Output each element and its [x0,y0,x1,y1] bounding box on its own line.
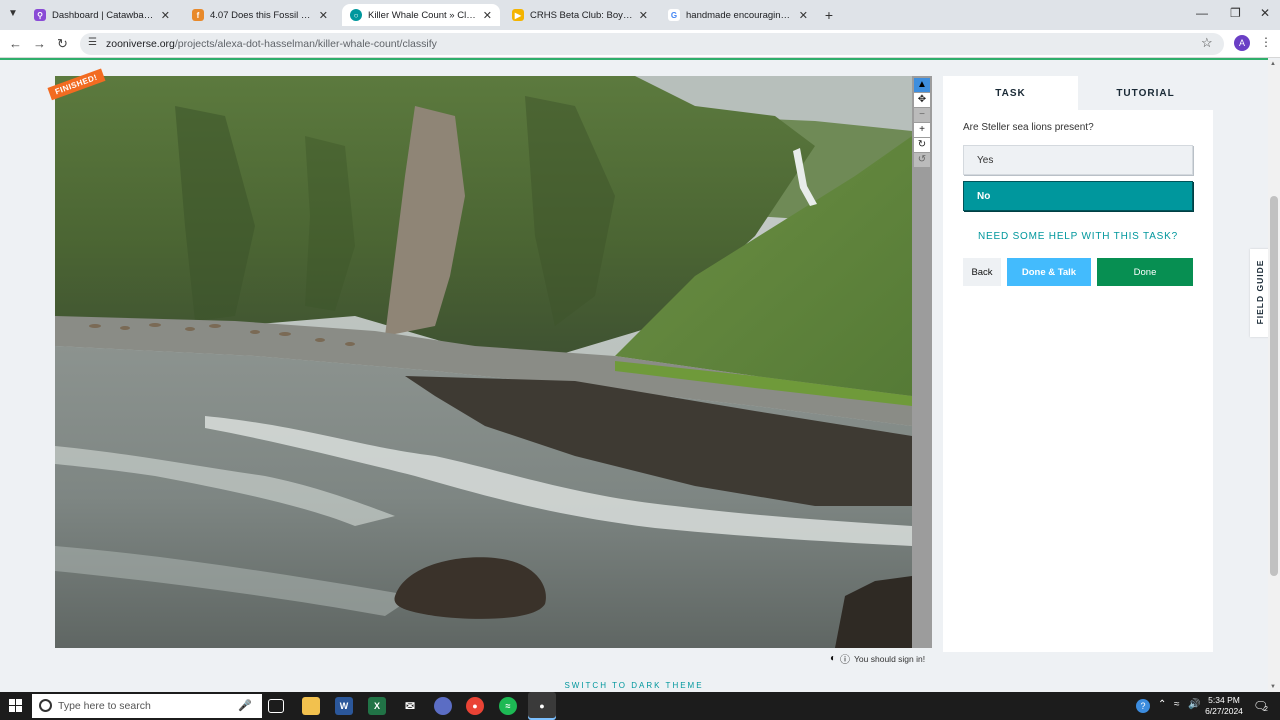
scroll-down-icon[interactable]: ▼ [1270,684,1276,690]
restore-window-icon[interactable]: ❐ [1230,6,1241,20]
browser-tab[interactable]: ▶ CRHS Beta Club: Boys & Girls S ✕ [504,4,656,26]
switch-dark-theme-link[interactable]: SWITCH TO DARK THEME [0,681,1268,690]
browser-tab[interactable]: G handmade encouraging notes ✕ [660,4,816,26]
browser-tab[interactable]: ⚲ Dashboard | Catawba Ridge Hig ✕ [26,4,178,26]
answer-no-button[interactable]: No [963,181,1193,211]
taskbar-search-input[interactable]: Type here to search 🎤 [32,694,262,718]
slides-icon: ▶ [512,9,524,21]
address-bar[interactable]: ☰ zooniverse.org/projects/alexa-dot-hass… [80,33,1224,55]
task-question: Are Steller sea lions present? [963,122,1094,133]
tab-tutorial[interactable]: TUTORIAL [1078,76,1213,110]
reload-icon[interactable]: ↻ [57,36,68,52]
minimize-window-icon[interactable]: — [1196,6,1208,20]
spotify-icon[interactable]: ≈ [499,697,517,715]
help-tray-icon[interactable]: ? [1136,699,1150,713]
back-button[interactable]: Back [963,258,1001,286]
url-path: /projects/alexa-dot-hasselman/killer-wha… [174,38,437,50]
location-pin-icon: ⚲ [34,9,46,21]
taskbar-clock[interactable]: 5:34 PM 6/27/2024 [1204,695,1244,717]
microphone-icon[interactable]: 🎤 [238,699,252,712]
browser-tab-active[interactable]: ○ Killer Whale Count » Classify — ✕ [342,4,500,26]
site-settings-icon[interactable]: ☰ [88,37,97,48]
done-button[interactable]: Done [1097,258,1193,286]
zoom-in-icon[interactable]: + [914,123,930,137]
pan-move-icon[interactable]: ✥ [914,93,930,107]
scroll-up-icon[interactable]: ▲ [1270,61,1276,67]
page-top-border [0,58,1268,60]
notification-count: 2 [1264,706,1268,713]
google-icon: G [668,9,680,21]
excel-icon[interactable]: X [368,697,386,715]
mail-icon[interactable]: ✉ [401,697,419,715]
windows-taskbar: Type here to search 🎤 W X ✉ ● ≈ ● ? ⌃ ≈ … [0,692,1280,720]
tab-task[interactable]: TASK [943,76,1078,110]
subject-image[interactable] [55,76,912,648]
tray-chevron-icon[interactable]: ⌃ [1158,699,1166,710]
contrast-toggle-icon[interactable]: ◐ [830,653,836,664]
close-tab-icon[interactable]: ✕ [799,9,808,22]
new-tab-plus-icon[interactable]: + [820,6,838,24]
field-guide-tab[interactable]: FIELD GUIDE [1250,249,1270,337]
field-guide-label: FIELD GUIDE [1255,259,1265,325]
bookmark-star-icon[interactable]: ☆ [1201,35,1213,51]
task-help-link[interactable]: NEED SOME HELP WITH THIS TASK? [963,231,1193,242]
zoom-out-icon[interactable]: − [914,108,930,122]
chrome-active-icon[interactable]: ● [528,692,556,720]
search-icon [39,699,52,712]
scrollbar-thumb[interactable] [1270,196,1278,576]
back-arrow-icon[interactable]: ← [9,36,22,51]
close-tab-icon[interactable]: ✕ [639,9,648,22]
flexpoint-icon: f [192,9,204,21]
profile-avatar[interactable]: A [1234,35,1250,51]
file-explorer-icon[interactable] [302,697,320,715]
browser-menu-icon[interactable]: ⋮ [1260,35,1272,49]
answer-yes-button[interactable]: Yes [963,145,1193,175]
wifi-icon[interactable]: ≈ [1174,699,1180,710]
windows-start-icon[interactable] [9,699,22,712]
task-view-icon[interactable] [268,699,284,713]
close-tab-icon[interactable]: ✕ [319,9,328,22]
reset-view-icon[interactable]: ↺ [914,153,930,167]
browser-tab[interactable]: f 4.07 Does this Fossil Exist in So ✕ [184,4,336,26]
info-icon[interactable]: ⓘ [840,651,850,666]
select-pointer-icon[interactable]: ▲ [914,78,930,92]
tab-search-chevron-icon[interactable]: ▼ [8,8,18,19]
coastal-landscape-image [55,76,912,648]
close-tab-icon[interactable]: ✕ [483,9,492,22]
chrome-icon[interactable]: ● [466,697,484,715]
zooniverse-icon: ○ [350,9,362,21]
done-and-talk-button[interactable]: Done & Talk [1007,258,1091,286]
volume-icon[interactable]: 🔊 [1188,699,1200,710]
forward-arrow-icon[interactable]: → [33,36,46,51]
close-window-icon[interactable]: ✕ [1260,6,1270,20]
close-tab-icon[interactable]: ✕ [161,9,170,22]
rotate-icon[interactable]: ↻ [914,138,930,152]
task-panel: TASK TUTORIAL Are Steller sea lions pres… [943,76,1213,652]
browser-tab-strip: ▼ ⚲ Dashboard | Catawba Ridge Hig ✕ f 4.… [0,0,1280,30]
app-icon[interactable] [434,697,452,715]
url-host: zooniverse.org [106,38,175,50]
sign-in-notice: ◐ ⓘ You should sign in! [830,651,926,666]
browser-toolbar: ← → ↻ ☰ zooniverse.org/projects/alexa-do… [0,30,1280,58]
word-icon[interactable]: W [335,697,353,715]
